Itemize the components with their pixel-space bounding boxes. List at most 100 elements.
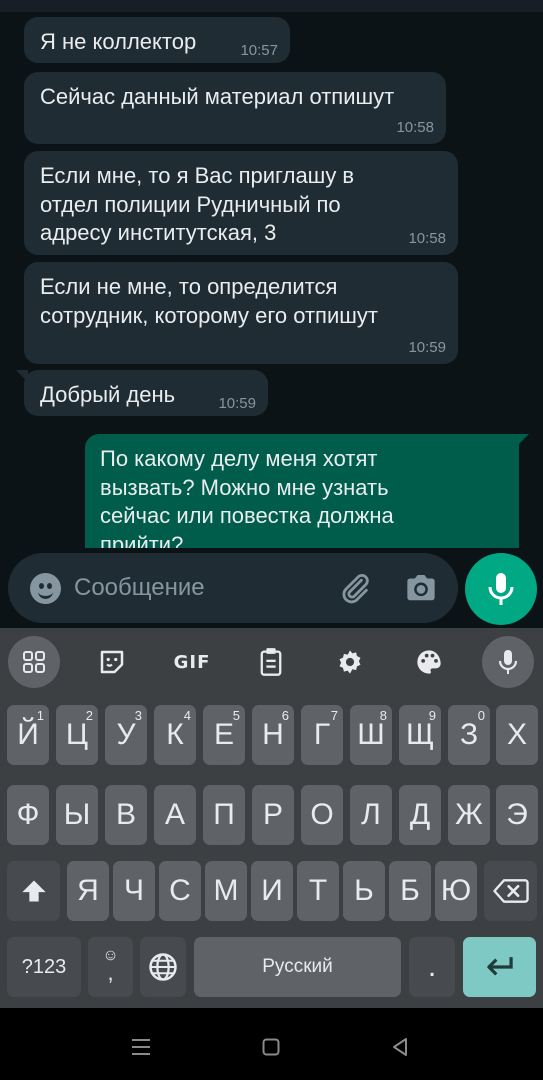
shift-icon xyxy=(21,880,46,902)
key-А[interactable]: А xyxy=(154,785,196,845)
camera-icon[interactable] xyxy=(404,573,438,603)
message-bubble[interactable]: Я не коллектор 10:57 xyxy=(24,17,290,63)
key-Щ[interactable]: Щ9 xyxy=(399,705,441,765)
key-label: Е xyxy=(213,718,234,751)
key-hint: 0 xyxy=(477,708,485,723)
settings-gear-icon[interactable] xyxy=(324,636,376,688)
comma-emoji-key[interactable]: ☺ , xyxy=(88,937,133,997)
symbols-key[interactable]: ?123 xyxy=(7,937,81,997)
key-label: Х xyxy=(506,718,527,751)
message-text: Если мне, то я Вас приглашу в отдел поли… xyxy=(40,163,355,245)
key-label: Н xyxy=(262,718,284,751)
comma-label: , xyxy=(107,960,114,985)
key-О[interactable]: О xyxy=(301,785,343,845)
key-М[interactable]: М xyxy=(205,861,247,921)
key-label: К xyxy=(166,718,184,751)
backspace-key[interactable] xyxy=(484,861,537,921)
gif-label: GIF xyxy=(173,651,211,673)
message-bubble[interactable]: Если мне, то я Вас приглашу в отдел поли… xyxy=(24,151,458,255)
microphone-icon xyxy=(488,573,514,605)
key-Х[interactable]: Х xyxy=(496,705,538,765)
back-icon[interactable] xyxy=(390,1037,410,1057)
message-time: 10:59 xyxy=(218,395,256,412)
message-text: Я не коллектор xyxy=(40,29,197,54)
microphone-icon[interactable] xyxy=(482,636,534,688)
key-У[interactable]: У3 xyxy=(105,705,147,765)
key-Б[interactable]: Б xyxy=(389,861,431,921)
key-З[interactable]: З0 xyxy=(448,705,490,765)
key-Ж[interactable]: Ж xyxy=(448,785,490,845)
message-time: 10:59 xyxy=(408,339,446,356)
key-Ф[interactable]: Ф xyxy=(7,785,49,845)
message-time: 10:58 xyxy=(396,119,434,136)
paperclip-icon[interactable] xyxy=(338,571,372,605)
key-С[interactable]: С xyxy=(159,861,201,921)
message-input-bar[interactable]: Сообщение xyxy=(8,553,458,623)
clipboard-icon[interactable] xyxy=(245,636,297,688)
key-Е[interactable]: Е5 xyxy=(203,705,245,765)
globe-icon xyxy=(149,953,177,981)
keyboard[interactable]: GIF Й 1 Ц 2 У 3 К 4 Е 5 Н 6 Г 7 Ш 8 Щ 9 … xyxy=(0,628,543,1008)
key-П[interactable]: П xyxy=(203,785,245,845)
voice-record-button[interactable] xyxy=(465,553,537,625)
key-Г[interactable]: Г7 xyxy=(301,705,343,765)
key-Я[interactable]: Я xyxy=(67,861,109,921)
key-hint: 8 xyxy=(379,708,387,723)
key-hint: 3 xyxy=(134,708,142,723)
backspace-icon xyxy=(492,879,529,903)
key-Й[interactable]: Й1 xyxy=(7,705,49,765)
key-Ш[interactable]: Ш8 xyxy=(350,705,392,765)
language-globe-key[interactable] xyxy=(140,937,186,997)
key-label: Й xyxy=(17,718,39,751)
message-text: Сейчас данный материал отпишут xyxy=(40,84,395,109)
key-hint: 4 xyxy=(183,708,191,723)
sticker-icon[interactable] xyxy=(86,636,138,688)
key-hint: 7 xyxy=(330,708,338,723)
key-Р[interactable]: Р xyxy=(252,785,294,845)
key-Ы[interactable]: Ы xyxy=(56,785,98,845)
message-text: По какому делу меня хотят вызвать? Можно… xyxy=(100,446,394,548)
bubble-tail xyxy=(517,434,529,446)
key-label: Ц xyxy=(65,718,89,751)
period-key[interactable]: . xyxy=(409,937,455,997)
message-bubble[interactable]: Добрый день 10:59 xyxy=(16,370,268,416)
menu-icon[interactable] xyxy=(130,1038,152,1056)
key-Ь[interactable]: Ь xyxy=(343,861,385,921)
message-text: Если не мне, то определится сотрудник, к… xyxy=(40,274,378,328)
apps-grid-icon[interactable] xyxy=(8,636,60,688)
key-Н[interactable]: Н6 xyxy=(252,705,294,765)
home-icon[interactable] xyxy=(262,1038,280,1056)
emoji-icon[interactable] xyxy=(30,573,61,604)
key-Э[interactable]: Э xyxy=(496,785,538,845)
enter-icon xyxy=(486,957,513,976)
key-Л[interactable]: Л xyxy=(350,785,392,845)
key-Ч[interactable]: Ч xyxy=(113,861,155,921)
key-label: У xyxy=(116,718,136,751)
bubble-tail xyxy=(16,370,28,382)
key-Т[interactable]: Т xyxy=(297,861,339,921)
key-hint: 6 xyxy=(281,708,289,723)
key-Ц[interactable]: Ц2 xyxy=(56,705,98,765)
key-Д[interactable]: Д xyxy=(399,785,441,845)
key-label: Щ xyxy=(405,718,435,751)
system-navigation-bar xyxy=(0,1008,543,1080)
message-bubble[interactable]: Если не мне, то определится сотрудник, к… xyxy=(24,262,458,364)
gif-button[interactable]: GIF xyxy=(166,636,218,688)
space-key[interactable]: Русский xyxy=(194,937,401,997)
key-hint: 2 xyxy=(85,708,93,723)
message-time: 10:58 xyxy=(408,230,446,247)
message-bubble-outgoing[interactable]: По какому делу меня хотят вызвать? Можно… xyxy=(85,434,529,548)
key-hint: 5 xyxy=(232,708,240,723)
key-Ю[interactable]: Ю xyxy=(435,861,477,921)
message-input[interactable]: Сообщение xyxy=(74,574,205,602)
key-В[interactable]: В xyxy=(105,785,147,845)
shift-key[interactable] xyxy=(7,861,60,921)
keyboard-toolbar: GIF xyxy=(0,628,543,696)
key-К[interactable]: К4 xyxy=(154,705,196,765)
enter-key[interactable] xyxy=(463,937,536,997)
message-time: 10:57 xyxy=(240,42,278,59)
chat-area[interactable]: Я не коллектор 10:57 Сейчас данный матер… xyxy=(0,0,543,548)
message-bubble[interactable]: Сейчас данный материал отпишут 10:58 xyxy=(24,72,446,144)
key-И[interactable]: И xyxy=(251,861,293,921)
palette-icon[interactable] xyxy=(403,636,455,688)
